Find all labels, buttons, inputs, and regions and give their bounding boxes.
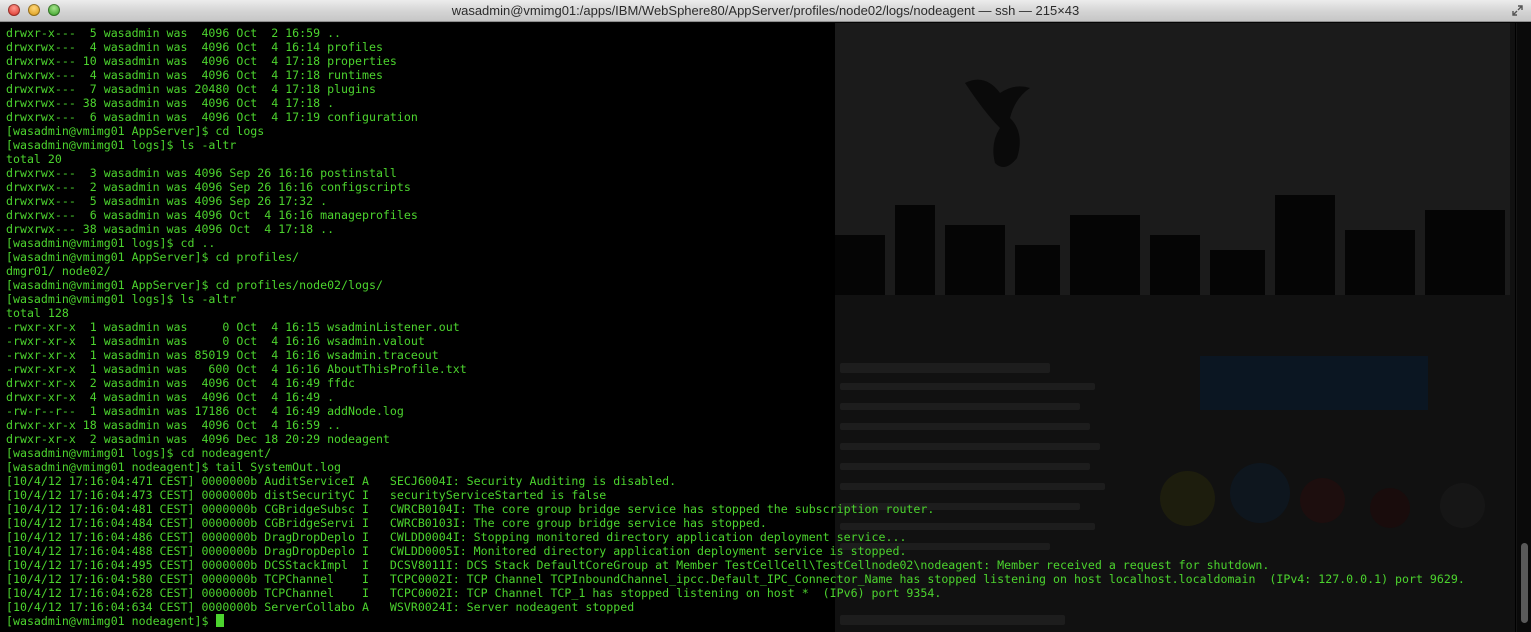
terminal-line: [wasadmin@vmimg01 logs]$ cd nodeagent/ — [6, 446, 272, 460]
minimize-icon[interactable] — [28, 4, 40, 16]
terminal-line: [10/4/12 17:16:04:634 CEST] 0000000b Ser… — [6, 600, 635, 614]
terminal-line: [10/4/12 17:16:04:481 CEST] 0000000b CGB… — [6, 502, 935, 516]
terminal-line: [wasadmin@vmimg01 nodeagent]$ tail Syste… — [6, 460, 342, 474]
terminal-line: drwxrwx--- 3 wasadmin was 4096 Sep 26 16… — [6, 166, 397, 180]
terminal-line: drwxrwx--- 5 wasadmin was 4096 Sep 26 17… — [6, 194, 328, 208]
terminal-line: [wasadmin@vmimg01 AppServer]$ cd profile… — [6, 278, 383, 292]
terminal-line: [10/4/12 17:16:04:486 CEST] 0000000b Dra… — [6, 530, 907, 544]
terminal-line: drwxr-xr-x 2 wasadmin was 4096 Dec 18 20… — [6, 432, 390, 446]
terminal-line: drwxr-xr-x 18 wasadmin was 4096 Oct 4 16… — [6, 418, 342, 432]
terminal-line: total 128 — [6, 306, 69, 320]
close-icon[interactable] — [8, 4, 20, 16]
terminal-line: total 20 — [6, 152, 62, 166]
terminal-line: dmgr01/ node02/ — [6, 264, 111, 278]
terminal-line: [wasadmin@vmimg01 AppServer]$ cd profile… — [6, 250, 300, 264]
terminal-line: [10/4/12 17:16:04:628 CEST] 0000000b TCP… — [6, 586, 942, 600]
terminal-line: [wasadmin@vmimg01 AppServer]$ cd logs — [6, 124, 265, 138]
fullscreen-arrows-icon[interactable] — [1512, 5, 1523, 16]
terminal-line: drwxrwx--- 2 wasadmin was 4096 Sep 26 16… — [6, 180, 411, 194]
scrollbar-thumb[interactable] — [1521, 543, 1528, 623]
terminal-window: wasadmin@vmimg01:/apps/IBM/WebSphere80/A… — [0, 0, 1531, 632]
terminal-line: -rwxr-xr-x 1 wasadmin was 0 Oct 4 16:15 … — [6, 320, 460, 334]
terminal-line: [10/4/12 17:16:04:580 CEST] 0000000b TCP… — [6, 572, 1465, 586]
title-bar[interactable]: wasadmin@vmimg01:/apps/IBM/WebSphere80/A… — [0, 0, 1531, 22]
terminal-line: [wasadmin@vmimg01 logs]$ cd .. — [6, 236, 216, 250]
terminal-line: drwxrwx--- 4 wasadmin was 4096 Oct 4 17:… — [6, 68, 383, 82]
terminal-line: -rw-r--r-- 1 wasadmin was 17186 Oct 4 16… — [6, 404, 404, 418]
terminal-line: [wasadmin@vmimg01 logs]$ ls -altr — [6, 292, 237, 306]
terminal-line: drwxrwx--- 7 wasadmin was 20480 Oct 4 17… — [6, 82, 376, 96]
terminal-line: -rwxr-xr-x 1 wasadmin was 0 Oct 4 16:16 … — [6, 334, 425, 348]
text-cursor — [216, 614, 225, 627]
terminal-line: [10/4/12 17:16:04:484 CEST] 0000000b CGB… — [6, 516, 767, 530]
terminal-content-area[interactable]: drwxr-x--- 5 wasadmin was 4096 Oct 2 16:… — [0, 23, 1531, 632]
terminal-line: [10/4/12 17:16:04:471 CEST] 0000000b Aud… — [6, 474, 677, 488]
terminal-line: -rwxr-xr-x 1 wasadmin was 600 Oct 4 16:1… — [6, 362, 467, 376]
terminal-line: drwxr-xr-x 4 wasadmin was 4096 Oct 4 16:… — [6, 390, 335, 404]
shell-prompt: [wasadmin@vmimg01 nodeagent]$ — [6, 614, 216, 628]
terminal-line: drwxr-x--- 5 wasadmin was 4096 Oct 2 16:… — [6, 26, 342, 40]
vertical-scrollbar[interactable] — [1516, 23, 1531, 632]
terminal-line: [10/4/12 17:16:04:495 CEST] 0000000b DCS… — [6, 558, 1270, 572]
terminal-line: [10/4/12 17:16:04:488 CEST] 0000000b Dra… — [6, 544, 907, 558]
terminal-line: drwxrwx--- 10 wasadmin was 4096 Oct 4 17… — [6, 54, 397, 68]
terminal-line: drwxrwx--- 4 wasadmin was 4096 Oct 4 16:… — [6, 40, 383, 54]
terminal-line: drwxr-xr-x 2 wasadmin was 4096 Oct 4 16:… — [6, 376, 356, 390]
terminal-output: drwxr-x--- 5 wasadmin was 4096 Oct 2 16:… — [6, 26, 1511, 628]
terminal-line: -rwxr-xr-x 1 wasadmin was 85019 Oct 4 16… — [6, 348, 439, 362]
terminal-line: drwxrwx--- 38 wasadmin was 4096 Oct 4 17… — [6, 96, 335, 110]
terminal-line: drwxrwx--- 6 wasadmin was 4096 Oct 4 16:… — [6, 208, 418, 222]
terminal-line: [wasadmin@vmimg01 logs]$ ls -altr — [6, 138, 237, 152]
zoom-icon[interactable] — [48, 4, 60, 16]
window-title: wasadmin@vmimg01:/apps/IBM/WebSphere80/A… — [451, 3, 1080, 18]
terminal-line: drwxrwx--- 38 wasadmin was 4096 Oct 4 17… — [6, 222, 335, 236]
terminal-prompt-line[interactable]: [wasadmin@vmimg01 nodeagent]$ — [6, 614, 1511, 628]
terminal-line: drwxrwx--- 6 wasadmin was 4096 Oct 4 17:… — [6, 110, 418, 124]
terminal-line: [10/4/12 17:16:04:473 CEST] 0000000b dis… — [6, 488, 607, 502]
